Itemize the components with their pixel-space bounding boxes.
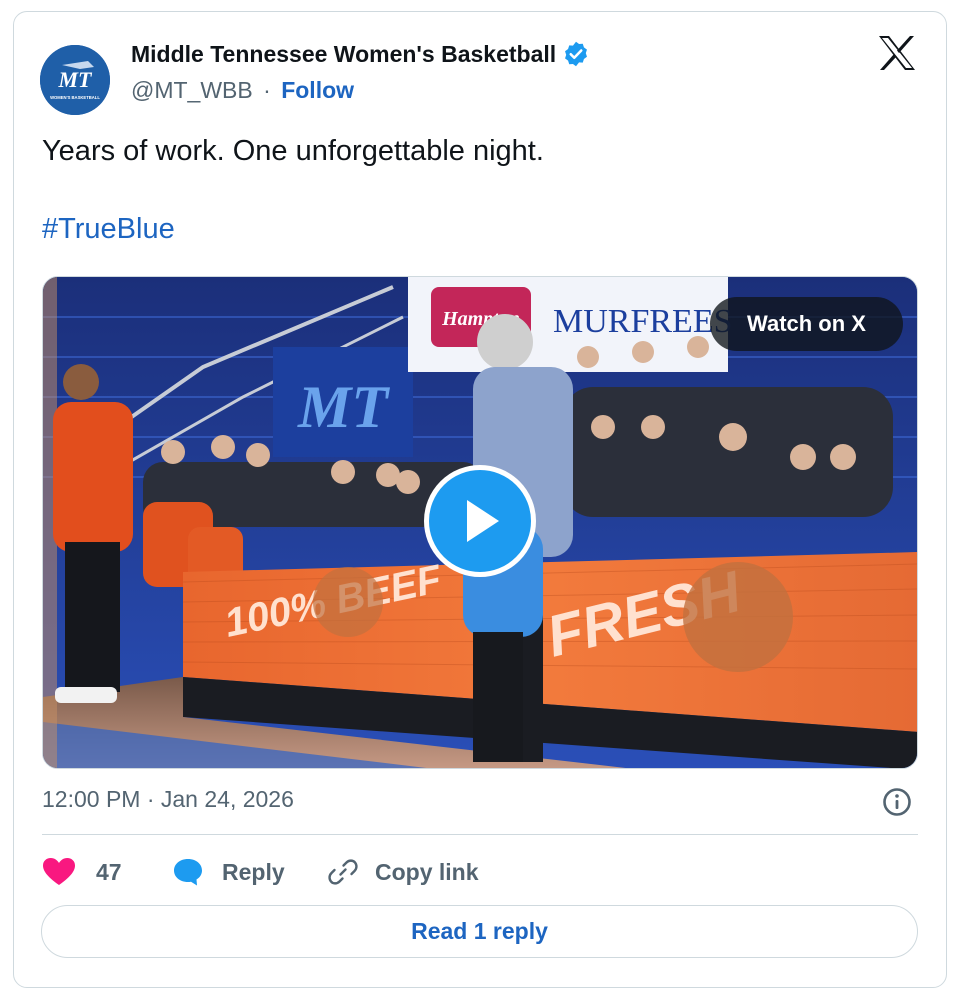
arena-logo: MT <box>297 374 390 440</box>
divider <box>42 834 918 835</box>
like-button[interactable]: 47 <box>42 852 122 892</box>
likes-count: 47 <box>96 858 122 885</box>
copy-link-label: Copy link <box>375 858 479 885</box>
copy-link-button[interactable]: Copy link <box>327 852 479 892</box>
timestamp[interactable]: 12:00 PM · Jan 24, 2026 <box>42 786 294 813</box>
author-name-row[interactable]: Middle Tennessee Women's Basketball <box>131 40 590 68</box>
author-name[interactable]: Middle Tennessee Women's Basketball <box>131 41 556 68</box>
handle-row: @MT_WBB · Follow <box>131 77 354 104</box>
reply-button[interactable]: Reply <box>172 852 285 892</box>
avatar-logo-text: MT <box>58 67 94 92</box>
handle-separator: · <box>263 77 271 103</box>
avatar-sub-text: WOMEN'S BASKETBALL <box>50 95 100 100</box>
play-button[interactable] <box>424 465 536 577</box>
video-media[interactable]: MT Hampton MURFREES 100% BEEF FRESH Watc… <box>42 276 918 769</box>
watch-on-x-button[interactable]: Watch on X <box>710 297 903 351</box>
tweet-text: Years of work. One unforgettable night. <box>42 135 544 167</box>
heart-icon <box>43 858 75 885</box>
verified-badge-icon <box>562 40 590 68</box>
scoreboard-city: MURFREES <box>553 303 733 340</box>
hashtag-link[interactable]: #TrueBlue <box>42 213 175 246</box>
author-handle[interactable]: @MT_WBB <box>131 77 253 103</box>
reply-label: Reply <box>222 858 285 885</box>
avatar[interactable]: MT WOMEN'S BASKETBALL <box>40 45 110 115</box>
read-replies-button[interactable]: Read 1 reply <box>41 905 918 958</box>
follow-button[interactable]: Follow <box>281 77 354 103</box>
info-icon[interactable] <box>881 786 913 818</box>
link-icon <box>328 859 358 885</box>
play-icon <box>467 500 499 542</box>
x-logo-icon[interactable] <box>877 34 917 72</box>
reply-bubble-icon <box>174 859 202 886</box>
